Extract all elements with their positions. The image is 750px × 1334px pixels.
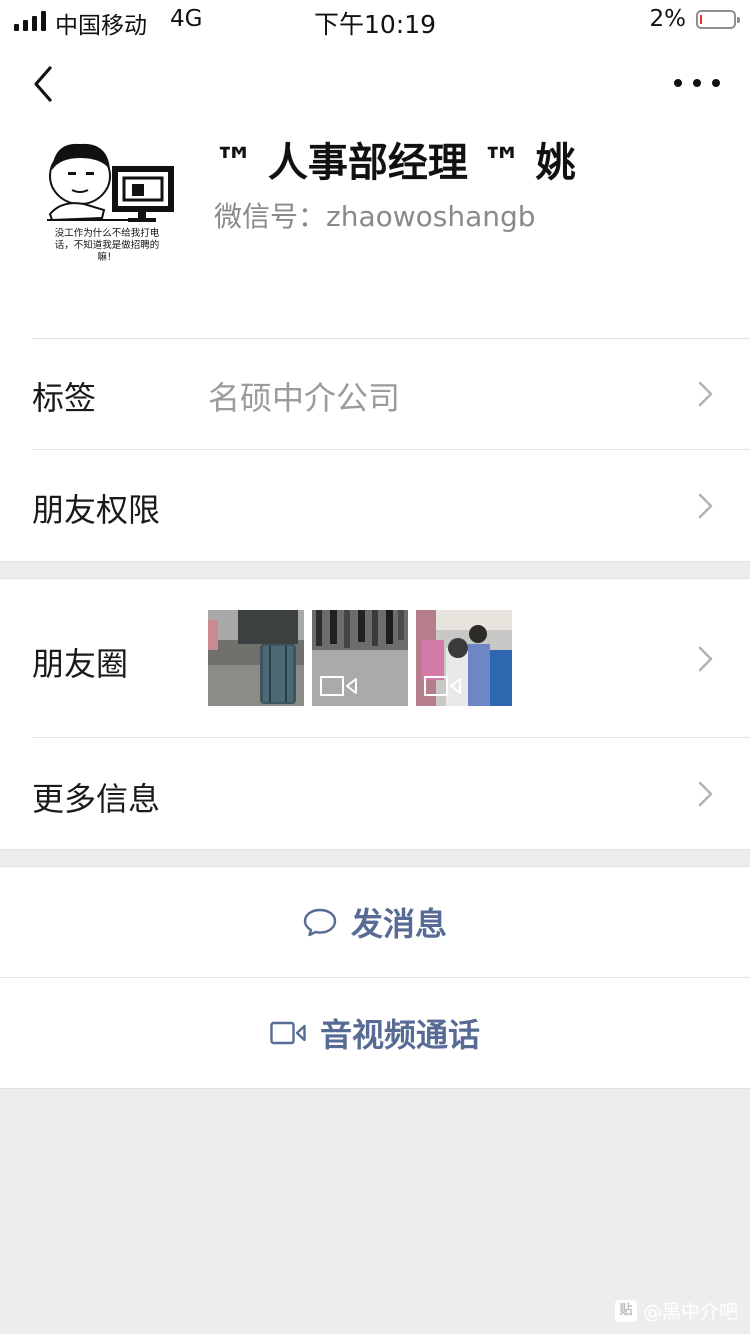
status-bar: 中国移动 4G 下午10:19 2% [0,0,750,42]
row-label-tags: 标签 [32,379,97,417]
row-more-info[interactable]: 更多信息 [0,738,750,849]
battery-level [700,15,702,24]
chevron-right-icon [698,781,713,807]
chevron-right-icon [698,646,713,672]
video-camera-icon [320,676,357,696]
wechat-id: 微信号：zhaowoshangb [214,200,536,233]
moments-photo-thumbnail[interactable] [208,610,304,706]
chat-bubble-icon [303,908,337,937]
avatar-caption-line: 嘛！ [97,252,117,263]
av-call-button[interactable]: 音视频通话 [0,978,750,1088]
tieba-logo-icon: 贴 [614,1299,637,1322]
watermark-text: @黑中介吧 [642,1301,738,1323]
clock: 下午10:19 [313,10,437,39]
chevron-right-icon [698,493,713,519]
battery-percent: 2% [649,6,687,32]
row-tags[interactable]: 标签 名硕中介公司 [0,339,750,449]
moments-video-thumbnail[interactable] [312,610,408,706]
chevron-right-icon [698,381,713,407]
send-message-label: 发消息 [350,905,447,943]
divider [0,849,750,850]
battery-icon [696,10,740,29]
av-call-label: 音视频通话 [319,1016,480,1054]
avatar[interactable]: 没工作为什么不给我打电 话，不知道我是做招聘的 嘛！ [32,128,182,278]
avatar-caption-line: 没工作为什么不给我打电 [54,228,160,239]
contact-name: ™ 人事部经理 ™ 姚 [214,140,576,186]
row-label-permissions: 朋友权限 [32,491,161,529]
divider [0,1088,750,1089]
more-options-icon[interactable] [674,74,720,92]
divider [0,561,750,562]
video-camera-icon [424,676,461,696]
video-call-icon [270,1021,306,1045]
watermark: 贴 @黑中介吧 [614,1297,738,1324]
row-label-moments: 朋友圈 [32,645,129,683]
row-friend-permissions[interactable]: 朋友权限 [0,450,750,561]
send-message-button[interactable]: 发消息 [0,867,750,977]
avatar-caption-line: 话，不知道我是做招聘的 [54,240,160,251]
moments-video-thumbnail[interactable] [416,610,512,706]
back-arrow-icon[interactable] [28,62,64,106]
row-label-more-info: 更多信息 [32,780,161,818]
tags-value: 名硕中介公司 [208,379,401,417]
